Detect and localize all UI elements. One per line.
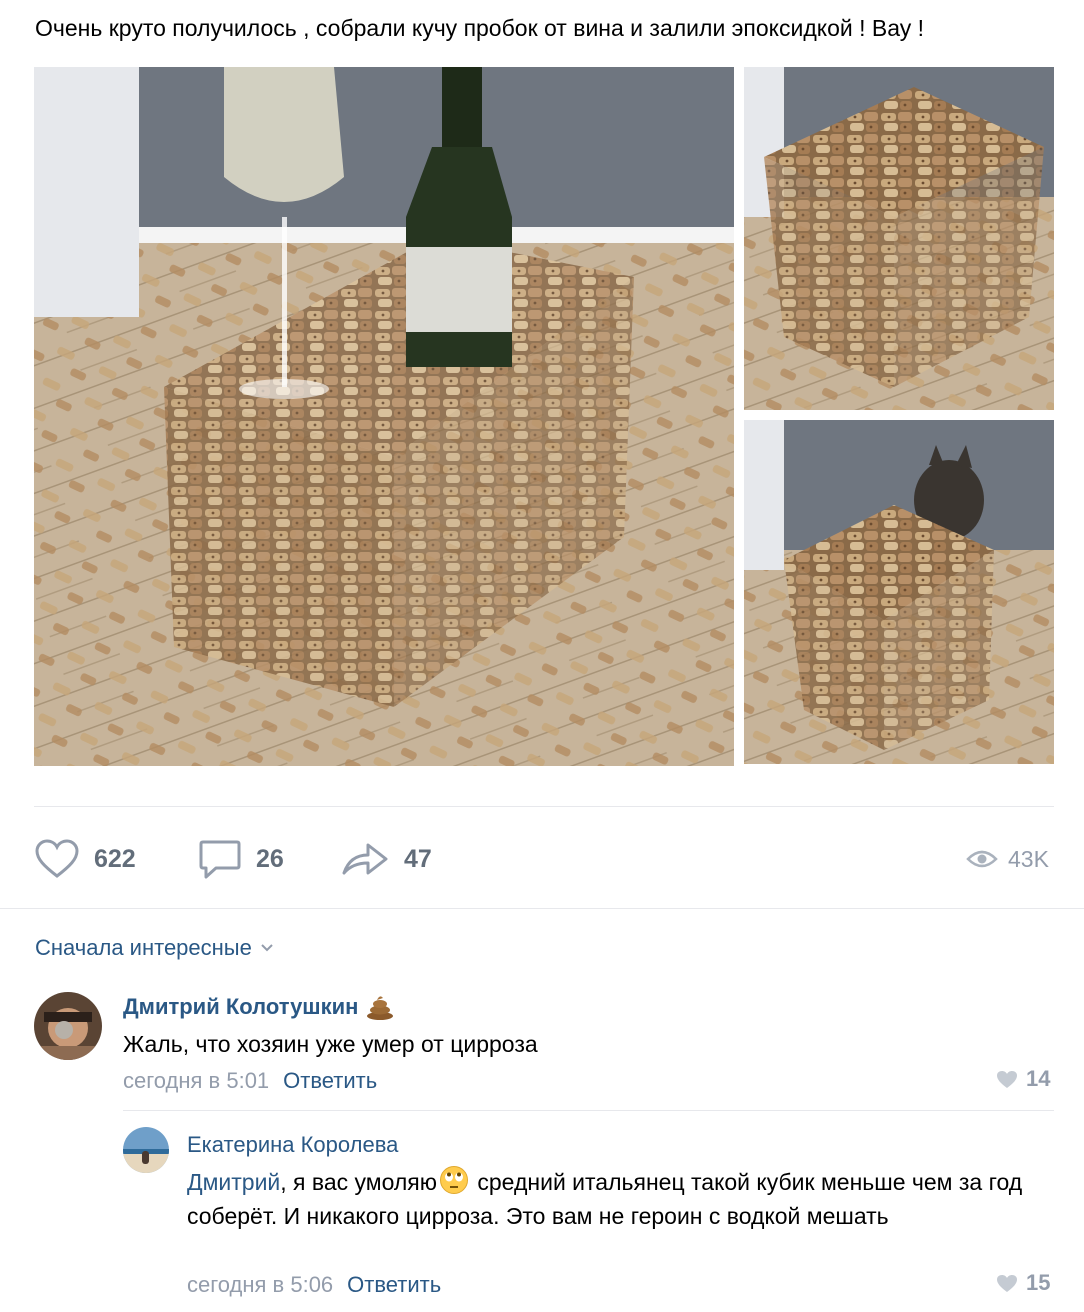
post-photo-top-right[interactable] [744, 67, 1054, 410]
comment-time[interactable]: сегодня в 5:01 [123, 1068, 269, 1093]
post-divider [34, 806, 1054, 807]
heart-filled-icon [997, 1274, 1017, 1292]
like-count: 622 [94, 844, 136, 873]
heart-icon [35, 839, 79, 878]
reply-divider [123, 1110, 1054, 1111]
section-divider [0, 908, 1084, 909]
comment-icon [199, 840, 241, 879]
share-count: 47 [404, 844, 432, 873]
comment-meta: сегодня в 5:01 Ответить [123, 1068, 377, 1094]
comment-like-button[interactable]: 14 [996, 1066, 1050, 1092]
user-avatar-image [123, 1127, 169, 1173]
rolling-eyes-emoji-icon [440, 1166, 468, 1194]
heart-filled-icon [997, 1070, 1017, 1088]
sort-label: Сначала интересные [35, 935, 252, 960]
comment-text: Дмитрий, я вас умоляю средний итальянец … [187, 1165, 1057, 1233]
cork-cube-cat-photo [744, 420, 1054, 764]
comments-sort-dropdown[interactable]: Сначала интересные [35, 935, 274, 961]
cork-cube-top-photo [744, 67, 1054, 410]
comment-count: 26 [256, 844, 284, 873]
comment-author[interactable]: Екатерина Королева [187, 1132, 398, 1158]
mention-link[interactable]: Дмитрий [187, 1169, 280, 1195]
views-counter: 43K [966, 838, 1049, 880]
poop-emoji-icon [367, 996, 394, 1020]
post-text: Очень круто получилось , собрали кучу пр… [35, 15, 925, 41]
views-count: 43K [1008, 845, 1049, 872]
comment-like-count: 14 [1026, 1066, 1051, 1091]
post-photo-bottom-right[interactable] [744, 420, 1054, 764]
post-photo-main[interactable] [34, 67, 734, 766]
comment-author-name: Дмитрий Колотушкин [123, 994, 359, 1019]
share-button[interactable]: 47 [340, 838, 432, 880]
reply-link[interactable]: Ответить [347, 1272, 441, 1297]
comment-time[interactable]: сегодня в 5:06 [187, 1272, 333, 1297]
reply-link[interactable]: Ответить [283, 1068, 377, 1093]
eye-icon [966, 850, 998, 868]
comment-text-part: , я вас умоляю [280, 1169, 437, 1195]
comment-meta: сегодня в 5:06 Ответить [187, 1272, 441, 1298]
comment-like-button[interactable]: 15 [996, 1270, 1050, 1296]
avatar[interactable] [34, 992, 102, 1060]
avatar[interactable] [123, 1127, 169, 1173]
comment-button[interactable]: 26 [198, 838, 284, 880]
chevron-down-icon [261, 944, 273, 952]
share-arrow-icon [342, 843, 388, 875]
comment-like-count: 15 [1026, 1270, 1051, 1295]
comment-author[interactable]: Дмитрий Колотушкин [123, 994, 394, 1020]
user-avatar-image [34, 992, 102, 1060]
like-button[interactable]: 622 [34, 838, 136, 880]
cork-cube-photo [34, 67, 734, 766]
comment-text: Жаль, что хозяин уже умер от цирроза [123, 1031, 538, 1057]
